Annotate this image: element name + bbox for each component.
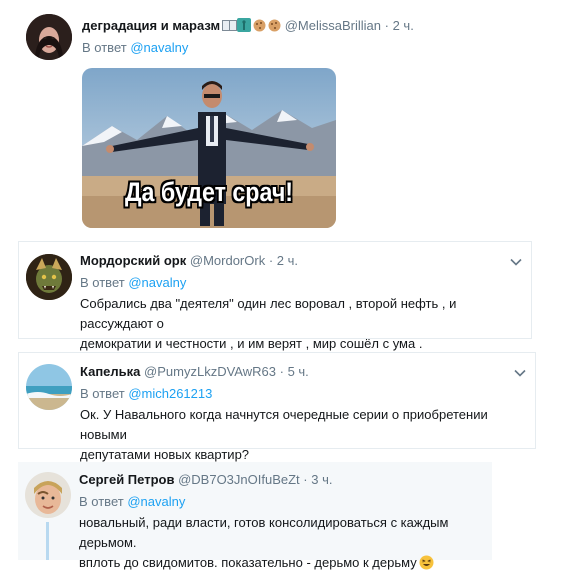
timestamp[interactable]: 5 ч. (288, 364, 309, 379)
tweet-2[interactable]: Мордорский орк @MordorOrk · 2 ч. В ответ… (18, 241, 532, 351)
timestamp[interactable]: 2 ч. (277, 253, 298, 268)
display-name[interactable]: Мордорский орк (80, 253, 186, 268)
reply-prefix: В ответ (80, 386, 125, 401)
tweet-text-line: демократии и честности , и им верят , ми… (80, 336, 423, 351)
reply-mention[interactable]: @navalny (130, 40, 188, 55)
tweet-text: Ок. У Навального когда начнутся очередны… (80, 405, 532, 465)
separator: · (384, 18, 389, 33)
tweet-text-line: Собрались два "деятеля" один лес воровал… (80, 296, 457, 331)
tweet-text: новальный, ради власти, готов консолидир… (79, 513, 489, 576)
timestamp[interactable]: 2 ч. (393, 18, 414, 33)
chevron-down-icon[interactable] (513, 366, 527, 380)
avatar[interactable] (26, 364, 72, 410)
tweet-text-line: вплоть до свидомитов. показательно - дер… (79, 555, 417, 570)
handle[interactable]: @MelissaBrillian (285, 18, 381, 33)
handle[interactable]: @PumyzLkzDVAwR63 (144, 364, 276, 379)
tweet-text: Собрались два "деятеля" один лес воровал… (80, 294, 526, 354)
image-caption: Да будет срач! (124, 177, 294, 207)
reply-mention[interactable]: @navalny (127, 494, 185, 509)
reply-mention[interactable]: @mich261213 (128, 386, 212, 401)
timestamp[interactable]: 3 ч. (311, 472, 332, 487)
grinning-squinting-face-icon (419, 555, 434, 576)
reply-prefix: В ответ (79, 494, 124, 509)
chevron-down-icon[interactable] (509, 255, 523, 269)
display-name[interactable]: Капелька (80, 364, 140, 379)
statue-of-liberty-icon (237, 18, 252, 36)
separator: · (279, 364, 284, 379)
display-name[interactable]: Сергей Петров (79, 472, 174, 487)
cookie-icon (268, 19, 281, 36)
book-icon (222, 19, 238, 36)
display-name[interactable]: деградация и маразм (82, 18, 220, 33)
tweet-1[interactable]: деградация и маразм @MelissaBrillian · 2… (18, 8, 538, 233)
reply-prefix: В ответ (82, 40, 127, 55)
cookie-icon (253, 19, 266, 36)
tweet-3[interactable]: Капелька @PumyzLkzDVAwR63 · 5 ч. В ответ… (18, 352, 536, 462)
reply-mention[interactable]: @navalny (128, 275, 186, 290)
handle[interactable]: @MordorOrk (190, 253, 265, 268)
avatar[interactable] (26, 14, 72, 60)
tweet-image[interactable]: Да будет срач! (82, 68, 336, 228)
avatar[interactable] (25, 472, 71, 518)
tweet-text-line: Ок. У Навального когда начнутся очередны… (80, 407, 488, 442)
handle[interactable]: @DB7O3JnOIfuBeZt (178, 472, 300, 487)
separator: · (303, 472, 308, 487)
separator: · (268, 253, 274, 268)
tweet-4[interactable]: Сергей Петров @DB7O3JnOIfuBeZt · 3 ч. В … (18, 462, 492, 570)
thread-line (46, 522, 49, 560)
avatar[interactable] (26, 254, 72, 300)
reply-prefix: В ответ (80, 275, 125, 290)
tweet-text-line: новальный, ради власти, готов консолидир… (79, 515, 449, 550)
